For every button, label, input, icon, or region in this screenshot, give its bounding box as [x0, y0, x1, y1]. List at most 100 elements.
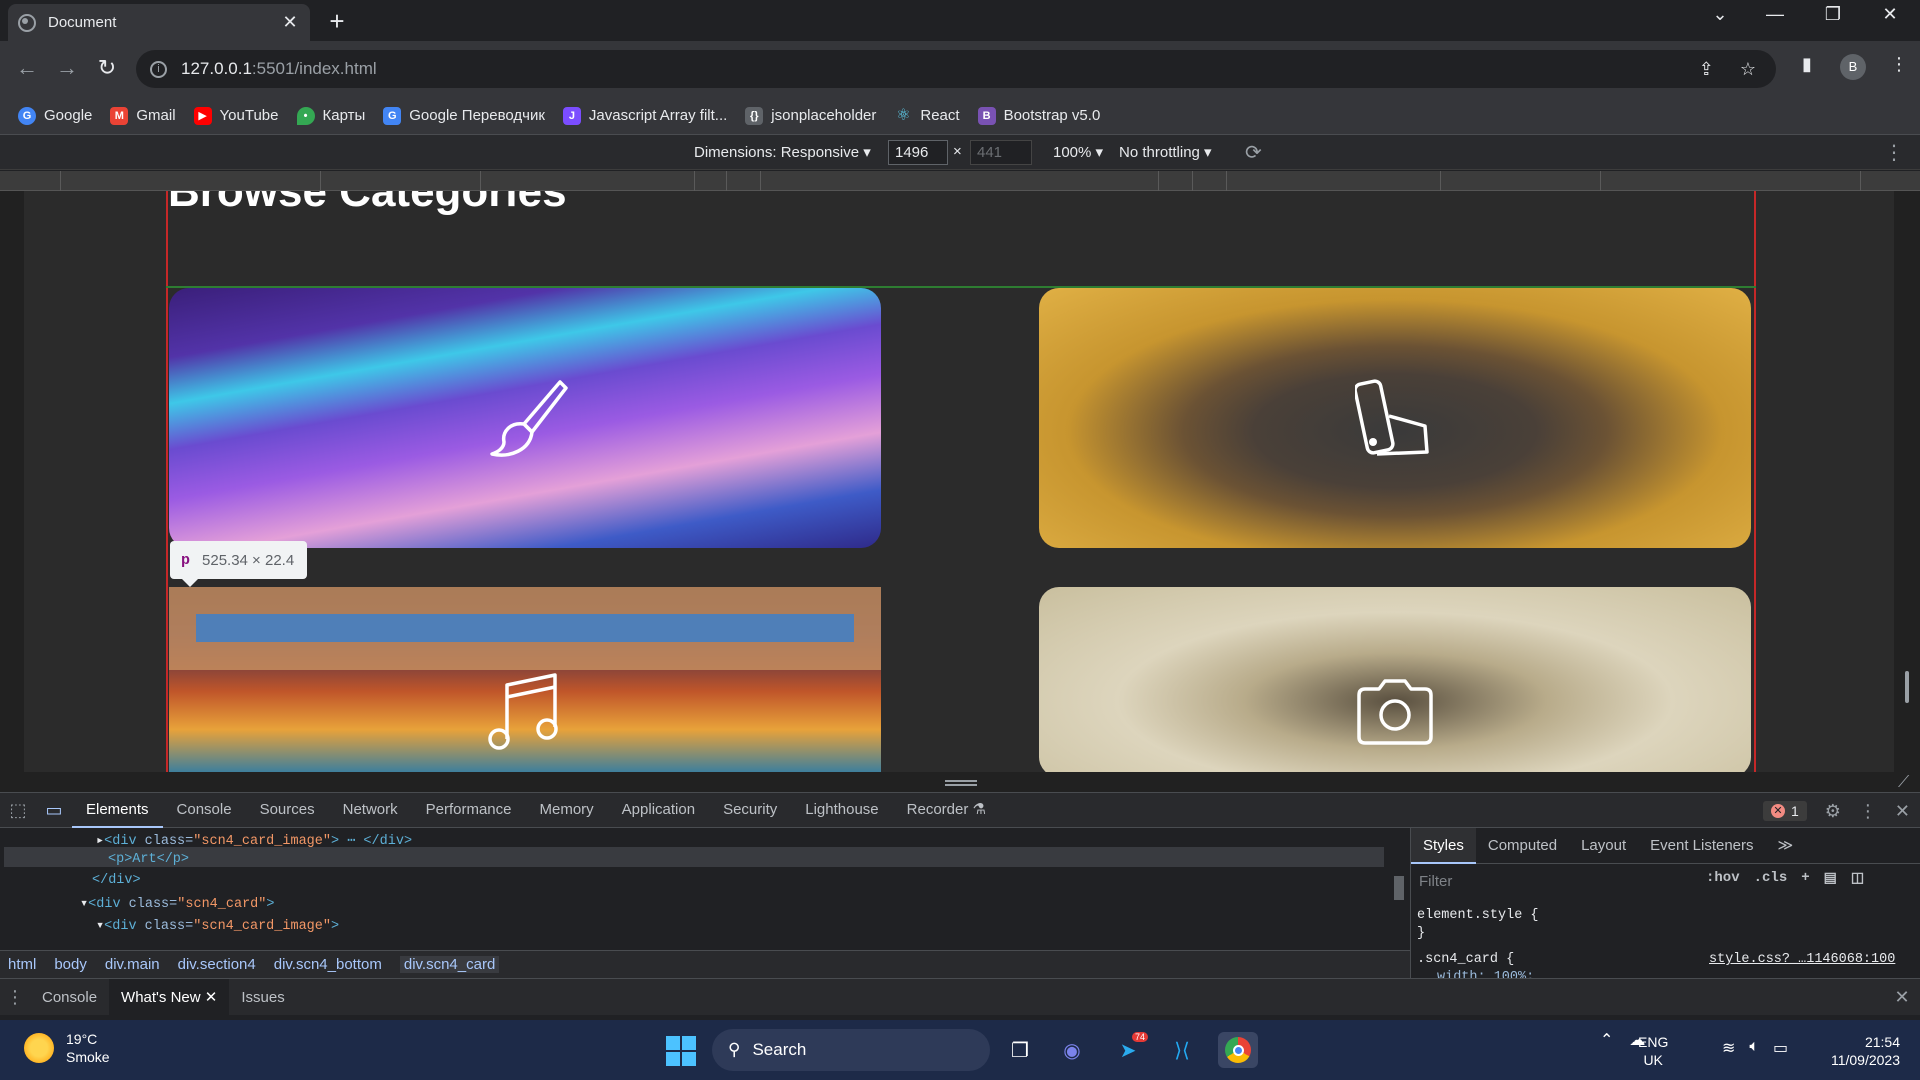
bookmark-bootstrap[interactable]: B Bootstrap v5.0 — [977, 106, 1100, 125]
bookmark-maps[interactable]: • Карты — [296, 106, 365, 125]
styles-filter-input[interactable]: Filter — [1419, 870, 1709, 894]
tab-memory[interactable]: Memory — [526, 792, 608, 828]
new-rule-icon[interactable]: + — [1801, 870, 1809, 887]
dom-line-div-close[interactable]: </div> — [92, 873, 141, 888]
viewport-scrollbar[interactable] — [1905, 671, 1909, 703]
browser-menu-icon[interactable]: ⋮ — [1890, 54, 1908, 75]
element-style-rule[interactable]: element.style { — [1417, 908, 1539, 923]
viewport-height-input[interactable]: 441 — [970, 140, 1032, 165]
rule-source-link[interactable]: style.css?_…1146068:100 — [1709, 952, 1895, 967]
taskbar-clock[interactable]: 21:54 11/09/2023 — [1820, 1033, 1900, 1069]
windows-start-icon[interactable] — [666, 1036, 696, 1066]
rule-selector[interactable]: .scn4_card { — [1417, 952, 1514, 967]
selected-node-row[interactable] — [4, 847, 1384, 867]
tab-network[interactable]: Network — [329, 792, 412, 828]
bookmark-gmail[interactable]: M Gmail — [110, 106, 176, 125]
tab-search-icon[interactable]: ⌄ — [1700, 4, 1740, 25]
crumb-section4[interactable]: div.section4 — [178, 956, 256, 973]
close-tab-icon[interactable]: ✕ — [280, 12, 300, 33]
telegram-icon[interactable]: ➤ 74 — [1108, 1032, 1148, 1068]
crumb-scn4-bottom[interactable]: div.scn4_bottom — [274, 956, 382, 973]
throttling-dropdown[interactable]: No throttling ▾ — [1119, 143, 1212, 161]
weather-widget[interactable]: 19°C Smoke — [24, 1030, 110, 1066]
tab-layout[interactable]: Layout — [1569, 828, 1638, 864]
elements-scrollbar[interactable] — [1391, 832, 1407, 944]
corner-resize-icon[interactable]: ⟋ — [1898, 774, 1909, 792]
tab-elements[interactable]: Elements — [72, 792, 163, 828]
tab-styles[interactable]: Styles — [1411, 827, 1476, 864]
site-info-icon[interactable]: i — [150, 60, 167, 78]
dom-line-card-image[interactable]: ▸<div class="scn4_card_image"> ⋯ </div> — [96, 832, 412, 849]
forward-arrow-icon[interactable]: → — [52, 55, 82, 81]
scroll-thumb[interactable] — [1394, 876, 1404, 900]
drawer-tab-console[interactable]: Console — [30, 979, 109, 1016]
chrome-icon[interactable] — [1218, 1032, 1258, 1068]
bookmark-youtube[interactable]: ▶ YouTube — [193, 106, 279, 125]
bookmark-star-icon[interactable]: ☆ — [1740, 59, 1756, 80]
taskbar-search[interactable]: ⚲ Search — [712, 1029, 990, 1071]
vscode-icon[interactable]: ⟩⟨ — [1162, 1032, 1202, 1068]
bookmark-translate[interactable]: G Google Переводчик — [383, 106, 545, 125]
device-toggle-icon[interactable]: ▭ — [36, 800, 72, 821]
crumb-scn4-card[interactable]: div.scn4_card — [399, 956, 500, 973]
dom-line-scn4-card-image[interactable]: ▾<div class="scn4_card_image"> — [96, 917, 339, 934]
task-view-icon[interactable]: ❐ — [1000, 1032, 1040, 1068]
chevron-up-icon[interactable]: ⌃ — [1600, 1030, 1613, 1050]
new-tab-button[interactable]: + — [322, 6, 352, 37]
error-badge[interactable]: ✕ 1 — [1762, 801, 1807, 821]
browser-tab[interactable]: Document ✕ — [8, 4, 310, 41]
resize-grip-icon[interactable] — [945, 780, 977, 786]
close-drawer-icon[interactable]: ✕ — [1884, 987, 1920, 1008]
tab-recorder[interactable]: Recorder ⚗ — [893, 792, 1000, 828]
tab-lighthouse[interactable]: Lighthouse — [791, 792, 892, 828]
tab-security[interactable]: Security — [709, 792, 791, 828]
close-tab-icon[interactable]: ✕ — [205, 989, 218, 1006]
more-tabs-icon[interactable]: ≫ — [1766, 828, 1806, 864]
reload-icon[interactable]: ↻ — [92, 55, 122, 81]
close-devtools-icon[interactable]: ✕ — [1895, 801, 1910, 822]
dimensions-dropdown[interactable]: Dimensions: Responsive ▾ — [694, 143, 871, 161]
rotate-icon[interactable]: ⟳ — [1245, 140, 1262, 165]
back-arrow-icon[interactable]: ← — [12, 55, 42, 81]
settings-gear-icon[interactable]: ⚙ — [1825, 801, 1841, 822]
inspect-element-icon[interactable]: ⬚ — [0, 800, 36, 821]
bookmark-react[interactable]: ⚛ React — [894, 107, 959, 125]
close-window-icon[interactable]: ✕ — [1870, 4, 1910, 25]
teams-chat-icon[interactable]: ◉ — [1052, 1032, 1092, 1068]
tab-computed[interactable]: Computed — [1476, 828, 1569, 864]
hov-toggle[interactable]: :hov — [1706, 870, 1740, 887]
category-card-design[interactable] — [1039, 288, 1751, 548]
sidebar-toggle-icon[interactable]: ◫ — [1851, 870, 1864, 887]
bookmark-js-array-filter[interactable]: J Javascript Array filt... — [562, 106, 727, 125]
tab-event-listeners[interactable]: Event Listeners — [1638, 828, 1765, 864]
viewport-width-input[interactable]: 1496 — [888, 140, 948, 165]
crumb-html[interactable]: html — [8, 956, 36, 973]
media-query-ruler[interactable] — [0, 171, 1920, 191]
drawer-tab-issues[interactable]: Issues — [229, 979, 296, 1016]
dom-line-p-art[interactable]: <p>Art</p> — [108, 852, 189, 867]
bookmark-google[interactable]: G Google — [18, 106, 92, 125]
rule-property[interactable]: width: 100%; — [1437, 970, 1534, 978]
language-indicator[interactable]: ENG UK — [1638, 1033, 1668, 1069]
tab-sources[interactable]: Sources — [246, 792, 329, 828]
viewport-resizer[interactable]: ⟋ — [0, 772, 1920, 792]
tab-console[interactable]: Console — [163, 792, 246, 828]
tab-application[interactable]: Application — [608, 792, 709, 828]
paint-icon[interactable]: ▤ — [1824, 870, 1837, 887]
share-icon[interactable]: ⇪ — [1699, 59, 1714, 80]
category-card-art[interactable] — [169, 288, 881, 548]
crumb-body[interactable]: body — [54, 956, 87, 973]
more-options-icon[interactable]: ⋮ — [1884, 140, 1904, 165]
devtools-menu-icon[interactable]: ⋮ — [1859, 801, 1877, 822]
bookmark-jsonplaceholder[interactable]: {} jsonplaceholder — [745, 106, 876, 125]
minimize-icon[interactable]: — — [1755, 4, 1795, 25]
restore-icon[interactable]: ❐ — [1813, 4, 1853, 25]
crumb-main[interactable]: div.main — [105, 956, 160, 973]
address-bar[interactable]: i 127.0.0.1:5501/index.html ⇪ ☆ — [136, 50, 1776, 88]
tab-performance[interactable]: Performance — [412, 792, 526, 828]
category-card-photography[interactable] — [1039, 587, 1751, 772]
dom-line-scn4-card[interactable]: ▾<div class="scn4_card"> — [80, 895, 275, 912]
cls-toggle[interactable]: .cls — [1754, 870, 1788, 887]
drawer-tab-whats-new[interactable]: What's New ✕ — [109, 978, 230, 1016]
zoom-dropdown[interactable]: 100% ▾ — [1053, 143, 1103, 161]
